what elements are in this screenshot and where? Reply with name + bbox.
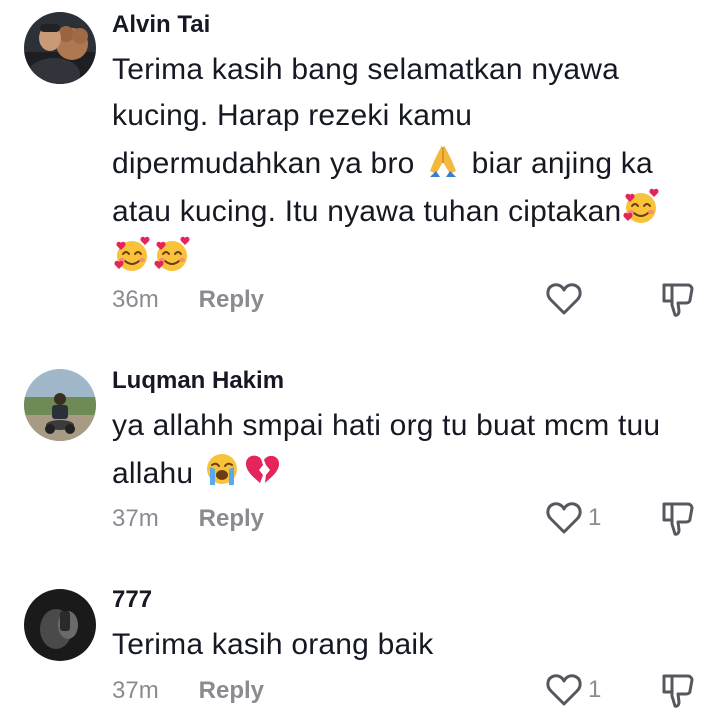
comment-text-segment: allahu xyxy=(112,457,194,490)
thumbs-down-outline-icon[interactable] xyxy=(660,498,696,538)
like-count: 1 xyxy=(588,504,602,531)
heart-outline-icon xyxy=(544,498,584,538)
heart-outline-icon xyxy=(544,670,584,710)
username[interactable]: Luqman Hakim xyxy=(112,367,284,395)
heart-outline-icon xyxy=(544,279,584,319)
smiling-face-with-hearts-emoji-icon xyxy=(152,235,192,275)
comment-item: Luqman Hakim ya allahh smpai hati org tu… xyxy=(0,355,720,555)
comment-text-segment: dipermudahkan ya bro xyxy=(112,147,415,180)
timestamp: 36m xyxy=(112,286,159,313)
folded-hands-emoji-icon xyxy=(423,139,463,179)
comment-text-line: Terima kasih bang selamatkan nyawa xyxy=(112,53,620,86)
like-count: 1 xyxy=(588,676,602,703)
comment-text: Terima kasih bang selamatkan nyawa kucin… xyxy=(112,47,692,283)
comment-item: Alvin Tai Terima kasih bang selamatkan n… xyxy=(0,0,720,340)
comment-text: ya allahh smpai hati org tu buat mcm tuu… xyxy=(112,403,692,497)
reply-button[interactable]: Reply xyxy=(199,677,264,705)
comment-meta: 37m Reply xyxy=(112,505,264,533)
comment-text-line: atau kucing. Itu nyawa tuhan ciptakan xyxy=(112,187,692,235)
like-button[interactable]: 1 xyxy=(544,498,604,538)
comment-text-segment: biar anjing ka xyxy=(471,147,653,180)
smiling-face-with-hearts-emoji-icon xyxy=(112,235,152,275)
thumbs-down-outline-icon[interactable] xyxy=(660,670,696,710)
broken-heart-emoji-icon xyxy=(242,449,282,489)
username[interactable]: 777 xyxy=(112,586,152,614)
timestamp: 37m xyxy=(112,505,159,532)
username[interactable]: Alvin Tai xyxy=(112,11,210,39)
comment-text-line: allahu xyxy=(112,449,692,497)
comment-text-segment: atau kucing. Itu nyawa tuhan ciptakan xyxy=(112,195,622,228)
reply-button[interactable]: Reply xyxy=(199,505,264,533)
comment-text-line xyxy=(112,235,692,283)
reply-button[interactable]: Reply xyxy=(199,286,264,314)
comment-text-line: kucing. Harap rezeki kamu xyxy=(112,99,473,132)
comment-text-line: Terima kasih orang baik xyxy=(112,628,434,661)
avatar[interactable] xyxy=(24,589,96,661)
comment-text: Terima kasih orang baik xyxy=(112,622,692,668)
comment-meta: 36m Reply xyxy=(112,286,264,314)
comment-text-line: dipermudahkan ya bro biar anjing ka xyxy=(112,139,692,187)
like-button[interactable] xyxy=(544,279,604,319)
loudly-crying-face-emoji-icon xyxy=(202,449,242,489)
comment-item: 777 Terima kasih orang baik 37m Reply 1 xyxy=(0,573,720,726)
like-button[interactable]: 1 xyxy=(544,670,604,710)
comment-meta: 37m Reply xyxy=(112,677,264,705)
thumbs-down-outline-icon[interactable] xyxy=(660,279,696,319)
comment-text-line: ya allahh smpai hati org tu buat mcm tuu xyxy=(112,409,661,442)
timestamp: 37m xyxy=(112,677,159,704)
smiling-face-with-hearts-emoji-icon xyxy=(621,187,661,227)
avatar[interactable] xyxy=(24,12,96,84)
avatar[interactable] xyxy=(24,369,96,441)
